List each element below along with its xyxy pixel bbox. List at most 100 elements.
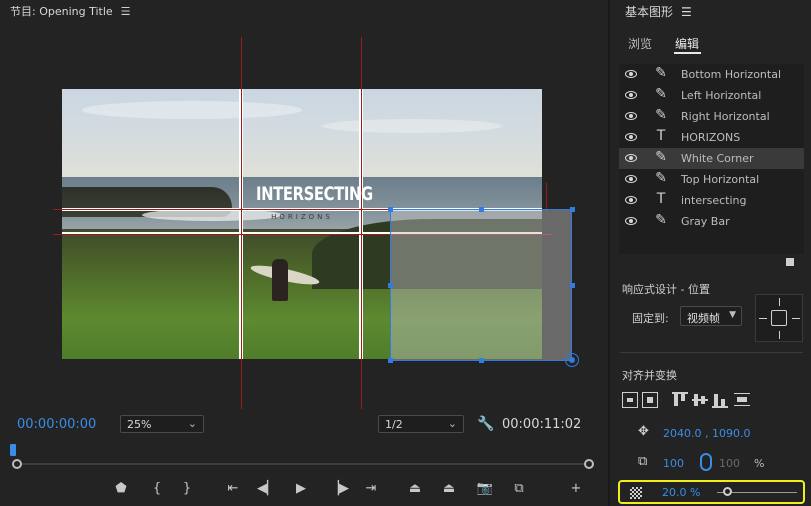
current-timecode[interactable]: 00:00:00:00 xyxy=(17,417,96,432)
opacity-slider-knob[interactable] xyxy=(722,487,732,496)
resize-handle[interactable] xyxy=(388,358,393,363)
eye-visibility-icon[interactable] xyxy=(625,154,637,162)
panel-title[interactable]: 基本图形 xyxy=(625,5,673,19)
tab-edit[interactable]: 编辑 xyxy=(675,35,699,52)
pin-bottom-edge[interactable] xyxy=(779,331,780,339)
pen-icon: ✎ xyxy=(655,107,667,123)
align-buttons-row xyxy=(620,392,805,410)
compare-view-button[interactable]: ⧉ xyxy=(508,478,530,500)
distribute-vertical-icon[interactable] xyxy=(734,392,750,408)
hamburger-menu-icon[interactable]: ☰ xyxy=(121,5,131,18)
guide-line[interactable] xyxy=(361,37,362,409)
guide-line[interactable] xyxy=(546,183,547,211)
monitor-header: 节目: Opening Title ☰ xyxy=(10,3,131,18)
zoom-level-select[interactable]: 25% ⌄ xyxy=(120,415,204,433)
pin-edges-widget[interactable] xyxy=(755,294,803,342)
playhead[interactable] xyxy=(10,444,16,456)
title-text-horizons[interactable]: HORIZONS xyxy=(243,213,361,221)
video-canvas[interactable]: INTERSECTING HORIZONS xyxy=(0,25,606,415)
resize-handle[interactable] xyxy=(570,207,575,212)
layer-list[interactable]: ✎ Bottom Horizontal ✎ Left Horizontal ✎ Right… xyxy=(619,64,804,254)
text-icon: T xyxy=(656,191,666,207)
mark-out-button[interactable]: } xyxy=(176,478,198,500)
eye-visibility-icon[interactable] xyxy=(625,70,637,78)
go-to-in-button[interactable]: ⇤ xyxy=(222,478,244,500)
eye-visibility-icon[interactable] xyxy=(625,112,637,120)
resize-handle[interactable] xyxy=(388,207,393,212)
out-point-thumb[interactable] xyxy=(584,459,594,469)
align-top-icon[interactable] xyxy=(672,392,688,408)
pen-icon: ✎ xyxy=(655,212,667,228)
resize-handle[interactable] xyxy=(479,358,484,363)
eye-visibility-icon[interactable] xyxy=(625,196,637,204)
scrubber-track[interactable] xyxy=(16,463,590,465)
play-button[interactable]: ▶ xyxy=(290,478,312,500)
layer-item[interactable]: ✎ Right Horizontal xyxy=(619,106,804,127)
align-middle-icon[interactable] xyxy=(692,392,708,408)
active-tab-underline xyxy=(674,52,701,54)
anchor-point-icon[interactable] xyxy=(565,353,579,367)
scale-value[interactable]: 100 xyxy=(663,457,684,470)
resize-handle[interactable] xyxy=(388,283,393,288)
button-editor-button[interactable]: + xyxy=(565,478,587,500)
position-y-value[interactable]: 1090.0 xyxy=(712,427,751,440)
pin-to-select[interactable]: 视频帧 ▼ xyxy=(680,306,742,326)
scale-unit: % xyxy=(754,457,765,470)
scale-height-value[interactable]: 100 xyxy=(719,457,740,470)
pin-right-edge[interactable] xyxy=(792,318,800,319)
new-layer-icon[interactable] xyxy=(786,258,794,266)
title-text-intersecting[interactable]: INTERSECTING xyxy=(256,183,373,205)
link-scale-icon[interactable] xyxy=(700,453,712,471)
resize-handle[interactable] xyxy=(479,207,484,212)
opacity-value[interactable]: 20.0 % xyxy=(662,486,700,499)
wrench-settings-icon[interactable]: 🔧 xyxy=(477,416,494,432)
align-bottom-icon[interactable] xyxy=(712,392,728,408)
eye-visibility-icon[interactable] xyxy=(625,217,637,225)
add-marker-button[interactable]: ⬟ xyxy=(110,478,132,500)
align-horizontal-center-icon[interactable] xyxy=(642,392,658,408)
pen-icon: ✎ xyxy=(655,86,667,102)
program-monitor: 节目: Opening Title ☰ INTERSECTING HORIZON… xyxy=(0,0,606,506)
position-icon: ✥ xyxy=(638,424,649,439)
layer-name: Bottom Horizontal xyxy=(681,68,782,81)
extract-button[interactable]: ⏏ xyxy=(438,478,460,500)
cloud xyxy=(322,119,502,133)
zoom-level-value: 25% xyxy=(127,418,152,431)
go-to-out-button[interactable]: ⇥ xyxy=(360,478,382,500)
monitor-title[interactable]: 节目: Opening Title xyxy=(10,5,113,18)
eye-visibility-icon[interactable] xyxy=(625,91,637,99)
guide-line[interactable] xyxy=(241,37,242,409)
layer-item[interactable]: ✎ Bottom Horizontal xyxy=(619,64,804,85)
layer-item[interactable]: ✎ Left Horizontal xyxy=(619,85,804,106)
surfer-figure xyxy=(272,259,288,301)
playback-resolution-select[interactable]: 1/2 ⌄ xyxy=(378,415,464,433)
chevron-down-icon: ⌄ xyxy=(447,417,457,430)
layer-item[interactable]: ✎ Top Horizontal xyxy=(619,169,804,190)
mark-in-button[interactable]: { xyxy=(146,478,168,500)
white-corner-shape-selected[interactable] xyxy=(390,209,572,361)
layer-item[interactable]: ✎ Gray Bar xyxy=(619,211,804,232)
position-x-value[interactable]: 2040.0 , xyxy=(663,427,708,440)
cloud xyxy=(82,101,302,119)
layer-item[interactable]: Tintersecting xyxy=(619,190,804,211)
pen-icon: ✎ xyxy=(655,170,667,186)
layer-item[interactable]: T HORIZONS xyxy=(619,127,804,148)
tab-browse[interactable]: 浏览 xyxy=(628,35,652,52)
hamburger-menu-icon[interactable]: ☰ xyxy=(681,5,692,19)
pin-center-box[interactable] xyxy=(771,310,787,326)
eye-visibility-icon[interactable] xyxy=(625,175,637,183)
step-back-button[interactable]: ◀▏ xyxy=(256,478,278,500)
export-frame-button[interactable]: 📷 xyxy=(474,478,496,500)
align-vertical-center-icon[interactable] xyxy=(622,392,638,408)
layer-name: HORIZONS xyxy=(681,131,741,144)
eye-visibility-icon[interactable] xyxy=(625,133,637,141)
timeline-scrubber[interactable] xyxy=(10,444,596,469)
lift-button[interactable]: ⏏ xyxy=(404,478,426,500)
step-forward-button[interactable]: ▕▶ xyxy=(328,478,350,500)
pin-left-edge[interactable] xyxy=(759,318,767,319)
resize-handle[interactable] xyxy=(570,283,575,288)
in-point-thumb[interactable] xyxy=(12,459,22,469)
layer-item[interactable]: ✎ White Corner xyxy=(619,148,804,169)
pin-top-edge[interactable] xyxy=(779,298,780,306)
monitor-controls-row: 00:00:00:00 25% ⌄ 1/2 ⌄ 🔧 00:00:11:02 xyxy=(0,412,606,438)
